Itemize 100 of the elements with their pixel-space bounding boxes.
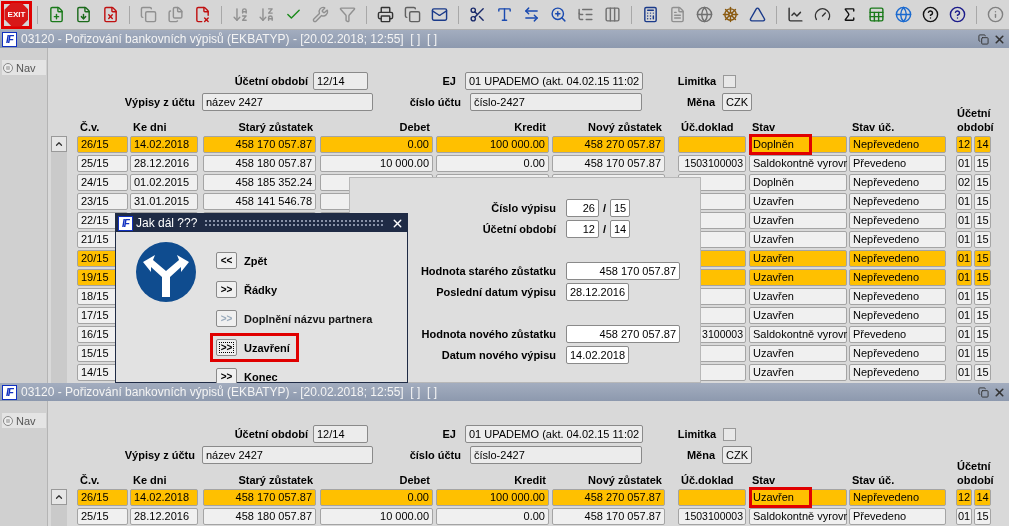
account-field[interactable]: název 2427 (202, 93, 373, 111)
option-label: Zpět (244, 254, 268, 267)
close-icon[interactable] (993, 32, 1006, 46)
gauge-icon[interactable] (814, 6, 832, 23)
table-cell: 12 (956, 489, 972, 506)
table-cell: 23/15 (77, 193, 128, 210)
list-icon[interactable] (576, 6, 594, 23)
amount-field[interactable]: 458 170 057.87 (566, 262, 680, 280)
table-cell: 01 (956, 364, 972, 381)
table-cell: Nepřevedeno (849, 193, 946, 210)
scroll-up-button[interactable] (51, 489, 67, 505)
restore-icon[interactable] (978, 33, 989, 45)
account-number-field[interactable]: číslo-2427 (470, 93, 642, 111)
info-icon[interactable] (986, 6, 1004, 23)
column-header: Úč.doklad (680, 473, 735, 487)
column-header: Stav (751, 473, 777, 487)
globe-icon[interactable] (695, 6, 713, 23)
option-label: Doplnění názvu partnera (244, 312, 373, 325)
table-cell: Nepřevedeno (849, 307, 946, 324)
arrow-button[interactable]: >> (216, 281, 237, 298)
window-title: 03120 - Pořizování bankovních výpisů (EKBATYP) - [20.02.2018; 12:55] [ ] [ ] (21, 385, 438, 399)
exit-button[interactable]: EXIT (1, 0, 32, 29)
table-cell: 12 (956, 136, 972, 153)
restore-icon[interactable] (978, 386, 989, 398)
table-cell: 458 270 057.87 (552, 136, 665, 153)
field-label: Účetní období (481, 223, 557, 235)
unit-field[interactable]: 01 UPADEMO (akt. 04.02.15 11:02 (465, 425, 644, 443)
column-header: Účetní období (956, 459, 994, 487)
limit-checkbox[interactable] (723, 427, 737, 441)
field-label: EJ (441, 75, 457, 87)
column-header: Starý zůstatek (237, 120, 314, 134)
column-header: Kredit (513, 473, 547, 487)
arrow-button[interactable]: >> (216, 368, 237, 383)
zoom-icon[interactable] (549, 6, 567, 23)
table-cell: Nepřevedeno (849, 288, 946, 305)
browser-icon[interactable] (895, 6, 913, 23)
number-field[interactable]: 15 (610, 199, 631, 217)
table-cell: 01 (956, 231, 972, 248)
table-cell: 01 (956, 307, 972, 324)
app-logo: IF (2, 384, 17, 400)
field-label: Limitka (676, 428, 718, 440)
table-cell: 01 (956, 155, 972, 172)
file-download-icon[interactable] (74, 6, 92, 23)
arrow-button[interactable]: << (216, 252, 237, 269)
option-label: Řádky (244, 283, 278, 296)
number-field[interactable]: 14 (610, 220, 631, 238)
calculator-icon[interactable] (641, 6, 659, 23)
table-cell: 458 170 057.87 (203, 489, 316, 506)
app-logo: IF (2, 31, 17, 47)
table-cell: 15 (974, 250, 991, 267)
chart-icon[interactable] (787, 6, 805, 23)
question-icon[interactable] (949, 6, 966, 23)
column-header: Účetní období (956, 106, 994, 134)
help-icon[interactable] (922, 6, 940, 23)
date-field[interactable]: 14.02.2018 (566, 346, 630, 364)
triangle-icon[interactable] (749, 6, 767, 23)
separator-text: / (601, 223, 608, 235)
text-icon[interactable] (496, 6, 513, 23)
column-header: Starý zůstatek (237, 473, 314, 487)
table-cell: 458 270 057.87 (552, 489, 665, 506)
scissors-icon[interactable] (469, 6, 487, 23)
delete-file-icon[interactable] (101, 6, 119, 23)
column-header: Nový zůstatek (587, 120, 663, 134)
table-cell: 15 (974, 174, 991, 191)
add-file-icon[interactable] (47, 6, 65, 23)
number-field[interactable]: 12 (566, 220, 599, 238)
wheel-icon[interactable] (722, 6, 740, 23)
period-field[interactable]: 12/14 (313, 72, 368, 90)
field-label: Číslo výpisu (490, 202, 557, 214)
period-field[interactable]: 12/14 (313, 425, 368, 443)
close-icon[interactable] (993, 385, 1006, 399)
printer-icon[interactable] (377, 6, 395, 23)
table-cell: Nepřevedeno (849, 212, 946, 229)
account-number-field[interactable]: číslo-2427 (470, 446, 642, 464)
table-cell: 100 000.00 (436, 136, 549, 153)
mail-icon[interactable] (431, 6, 449, 23)
date-field[interactable]: 28.12.2016 (566, 283, 630, 301)
account-field[interactable]: název 2427 (202, 446, 373, 464)
spreadsheet-icon[interactable] (868, 6, 886, 23)
scroll-up-button[interactable] (51, 136, 67, 152)
nav-button[interactable]: Nav (2, 60, 46, 75)
table-cell: 15 (974, 326, 991, 343)
unit-field[interactable]: 01 UPADEMO (akt. 04.02.15 11:02 (465, 72, 644, 90)
currency-field[interactable]: CZK (722, 446, 752, 464)
empty-cell (678, 136, 746, 153)
limit-checkbox[interactable] (723, 74, 737, 88)
table-cell: 31.01.2015 (130, 193, 198, 210)
columns-icon[interactable] (603, 6, 621, 23)
table-cell: Převedeno (849, 326, 946, 343)
arrow-button[interactable]: >> (216, 339, 237, 356)
swap-icon[interactable] (522, 6, 540, 23)
amount-field[interactable]: 458 270 057.87 (566, 325, 680, 343)
status-text: Uzavřen (752, 232, 795, 247)
number-field[interactable]: 26 (566, 199, 599, 217)
currency-field[interactable]: CZK (722, 93, 752, 111)
document-icon[interactable] (404, 6, 422, 23)
nav-button[interactable]: Nav (2, 413, 46, 428)
table-cell: 01 (956, 288, 972, 305)
file-remove-icon[interactable] (193, 6, 211, 23)
table-cell: 15 (974, 288, 991, 305)
